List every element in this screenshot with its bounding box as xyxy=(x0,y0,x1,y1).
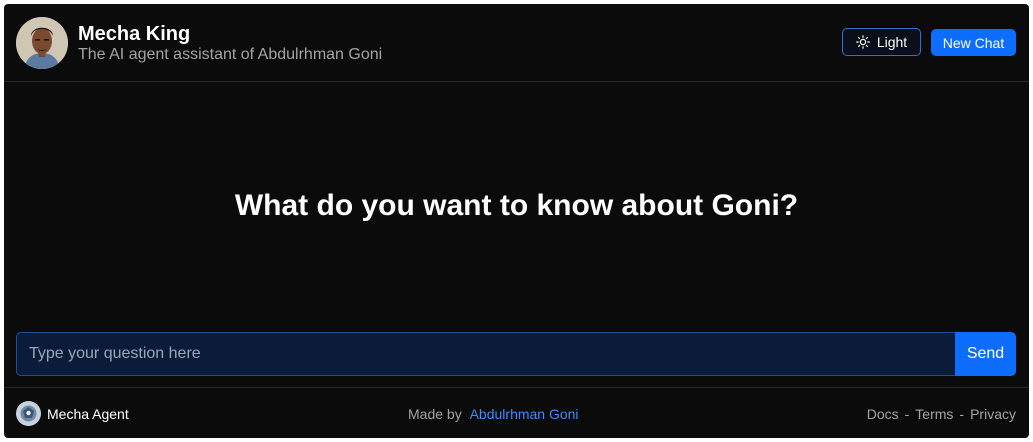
new-chat-button[interactable]: New Chat xyxy=(931,29,1016,56)
chat-composer: Send xyxy=(16,332,1016,376)
question-input[interactable] xyxy=(16,332,955,376)
made-by-label: Made by xyxy=(408,406,462,422)
mecha-agent-logo xyxy=(16,401,41,426)
sun-icon xyxy=(856,35,870,49)
footer-links: Docs - Terms - Privacy xyxy=(867,405,1016,423)
header: Mecha King The AI agent assistant of Abd… xyxy=(4,4,1029,82)
privacy-link[interactable]: Privacy xyxy=(970,406,1016,422)
author-link[interactable]: Abdulrhman Goni xyxy=(470,406,579,422)
theme-toggle-label: Light xyxy=(876,34,908,50)
welcome-heading: What do you want to know about Goni? xyxy=(234,189,799,222)
send-button[interactable]: Send xyxy=(955,332,1016,376)
terms-link[interactable]: Terms xyxy=(915,406,953,422)
theme-toggle-button[interactable]: Light xyxy=(842,28,921,56)
docs-link[interactable]: Docs xyxy=(867,406,899,422)
link-separator: - xyxy=(959,406,965,422)
footer: Mecha Agent Made by Abdulrhman Goni Docs… xyxy=(4,387,1029,438)
app-window: Mecha King The AI agent assistant of Abd… xyxy=(4,4,1029,438)
made-by-credit: Made by Abdulrhman Goni xyxy=(408,405,579,423)
link-separator: - xyxy=(904,406,910,422)
agent-description: The AI agent assistant of Abdulrhman Gon… xyxy=(78,46,383,63)
agent-name: Mecha King xyxy=(78,23,191,45)
footer-brand-name: Mecha Agent xyxy=(47,406,129,422)
agent-avatar xyxy=(16,17,68,69)
